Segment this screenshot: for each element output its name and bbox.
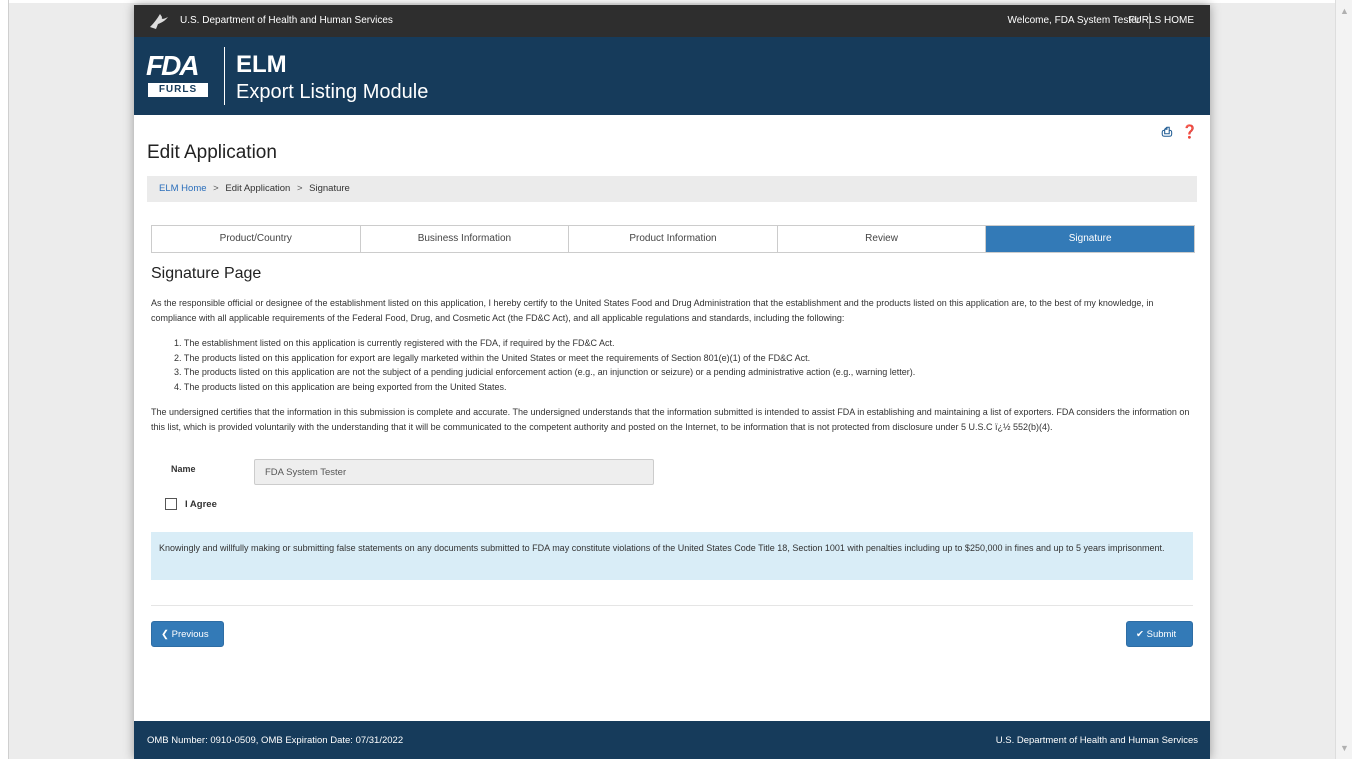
agree-checkbox-row[interactable]: I Agree <box>165 498 217 510</box>
welcome-text: Welcome, FDA System Tester <box>1007 15 1140 26</box>
breadcrumb-step: Edit Application <box>225 183 291 194</box>
page-container: U.S. Department of Health and Human Serv… <box>134 5 1210 759</box>
hhs-eagle-icon <box>150 14 168 29</box>
app-banner: FDA FURLS ELM Export Listing Module <box>134 37 1210 115</box>
page-title: Edit Application <box>147 142 277 163</box>
penalty-warning-text: Knowingly and willfully making or submit… <box>159 543 1165 553</box>
tab-business-information[interactable]: Business Information <box>361 226 570 252</box>
fda-logo-text: FDA <box>146 50 200 81</box>
print-icon[interactable]: ⎙ <box>1162 124 1172 139</box>
footer-dept: U.S. Department of Health and Human Serv… <box>995 735 1198 746</box>
window-top-edge <box>0 0 1352 3</box>
tab-product-country[interactable]: Product/Country <box>152 226 361 252</box>
submit-button[interactable]: ✔ Submit <box>1126 621 1193 647</box>
breadcrumb-current: Signature <box>309 183 350 194</box>
penalty-warning-alert: Knowingly and willfully making or submit… <box>151 532 1193 580</box>
furls-logo-text: FURLS <box>148 83 208 97</box>
page-tools: ⎙ ❓ <box>1156 124 1198 140</box>
tab-review[interactable]: Review <box>778 226 987 252</box>
name-field[interactable]: FDA System Tester <box>254 459 654 485</box>
list-item: 3. The products listed on this applicati… <box>174 367 916 377</box>
banner-divider <box>224 47 225 105</box>
section-divider <box>151 605 1193 606</box>
fda-furls-logo[interactable]: FDA FURLS <box>146 51 212 103</box>
app-full-name: Export Listing Module <box>236 81 429 103</box>
omb-info: OMB Number: 0910-0509, OMB Expiration Da… <box>147 735 404 746</box>
previous-button-label: Previous <box>171 629 209 640</box>
hhs-agency-text: U.S. Department of Health and Human Serv… <box>180 15 393 26</box>
page-footer: OMB Number: 0910-0509, OMB Expiration Da… <box>134 721 1210 759</box>
signature-heading: Signature Page <box>151 265 262 282</box>
submit-button-label: Submit <box>1146 629 1177 640</box>
certification-list: 1. The establishment listed on this appl… <box>174 336 915 394</box>
agree-label: I Agree <box>185 498 217 510</box>
app-short-name: ELM <box>236 51 287 78</box>
list-item: 4. The products listed on this applicati… <box>174 381 507 392</box>
checkmark-icon: ✔ <box>1136 629 1144 640</box>
previous-button[interactable]: ❮ Previous <box>151 621 224 647</box>
scroll-down-arrow-icon[interactable]: ▼ <box>1336 740 1352 757</box>
chevron-left-icon: ❮ <box>161 629 169 640</box>
scroll-up-arrow-icon[interactable]: ▲ <box>1336 3 1352 20</box>
breadcrumb-home[interactable]: ELM Home <box>159 183 207 194</box>
certification-intro: As the responsible official or designee … <box>151 298 1154 323</box>
breadcrumb-separator: > <box>213 183 219 194</box>
list-item: 2. The products listed on this applicati… <box>174 352 811 363</box>
breadcrumb: ELM Home > Edit Application > Signature <box>147 176 1197 202</box>
wizard-tabs: Product/Country Business Information Pro… <box>151 225 1195 253</box>
help-icon[interactable]: ❓ <box>1182 124 1198 139</box>
vertical-scrollbar[interactable]: ▲ ▼ <box>1335 0 1352 759</box>
tab-signature[interactable]: Signature <box>986 226 1194 252</box>
list-item: 1. The establishment listed on this appl… <box>174 338 615 348</box>
hhs-top-bar: U.S. Department of Health and Human Serv… <box>134 5 1210 37</box>
left-gutter <box>0 0 9 759</box>
breadcrumb-separator: > <box>296 183 303 194</box>
tab-product-information[interactable]: Product Information <box>569 226 778 252</box>
agree-checkbox[interactable] <box>165 498 177 510</box>
furls-home-link[interactable]: FURLS HOME <box>1128 15 1194 26</box>
name-label: Name <box>171 464 196 474</box>
certification-statement: The undersigned certifies that the infor… <box>151 407 1190 432</box>
